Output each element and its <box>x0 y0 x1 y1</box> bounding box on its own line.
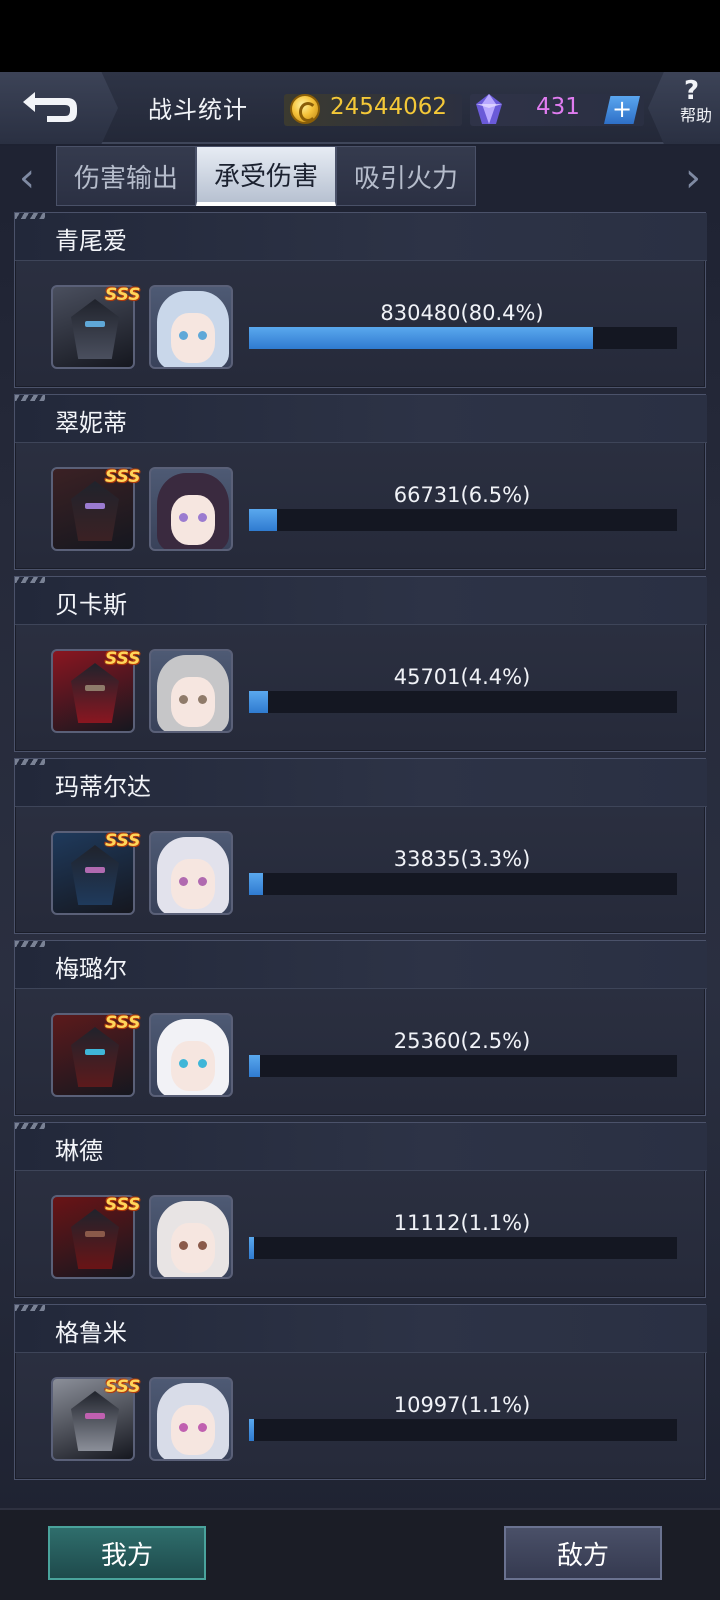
damage-value: 10997(1.1%) <box>393 1393 531 1417</box>
list-item: 青尾爱 SSS 830480(80.4%) <box>14 212 707 388</box>
pilot-portrait[interactable] <box>149 1013 233 1097</box>
grade-badge: SSS <box>105 285 141 305</box>
character-name: 格鲁米 <box>55 1319 127 1347</box>
grade-badge: SSS <box>105 1013 141 1033</box>
gem-icon <box>476 94 502 124</box>
our-side-button[interactable]: 我方 <box>48 1526 206 1580</box>
pilot-portrait[interactable] <box>149 285 233 369</box>
gem-value: 431 <box>536 94 580 120</box>
list-item: 格鲁米 SSS 10997(1.1%) <box>14 1304 707 1480</box>
damage-bar-fill <box>249 691 268 713</box>
grade-badge: SSS <box>105 649 141 669</box>
character-name: 贝卡斯 <box>55 591 127 619</box>
grade-badge: SSS <box>105 1195 141 1215</box>
damage-value: 33835(3.3%) <box>393 847 531 871</box>
grade-badge: SSS <box>105 467 141 487</box>
character-name: 玛蒂尔达 <box>55 773 151 801</box>
row-header: 翠妮蒂 <box>15 395 707 443</box>
grade-badge: SSS <box>105 1377 141 1397</box>
character-name: 琳德 <box>55 1137 103 1165</box>
pilot-portrait[interactable] <box>149 649 233 733</box>
damage-bar-fill <box>249 1055 260 1077</box>
pilot-portrait[interactable] <box>149 1195 233 1279</box>
damage-bar <box>249 691 677 713</box>
damage-bar-fill <box>249 509 277 531</box>
character-name: 翠妮蒂 <box>55 409 127 437</box>
damage-value: 45701(4.4%) <box>393 665 531 689</box>
list-item: 贝卡斯 SSS 45701(4.4%) <box>14 576 707 752</box>
row-header: 梅璐尔 <box>15 941 707 989</box>
list-item: 翠妮蒂 SSS 66731(6.5%) <box>14 394 707 570</box>
damage-bar <box>249 509 677 531</box>
row-header: 格鲁米 <box>15 1305 707 1353</box>
character-name: 梅璐尔 <box>55 955 127 983</box>
tab-prev-icon[interactable]: ‹ <box>12 158 42 198</box>
tab-damage-dealt[interactable]: 伤害输出 <box>56 146 196 206</box>
damage-bar <box>249 327 677 349</box>
damage-bar <box>249 873 677 895</box>
coin-icon <box>290 94 320 124</box>
row-header: 玛蒂尔达 <box>15 759 707 807</box>
status-bar-area <box>0 0 720 72</box>
page-title: 战斗统计 <box>148 96 248 124</box>
damage-bar <box>249 1237 677 1259</box>
damage-bar-fill <box>249 873 263 895</box>
enemy-side-button[interactable]: 敌方 <box>504 1526 662 1580</box>
tab-aggro[interactable]: 吸引火力 <box>336 146 476 206</box>
list-item: 玛蒂尔达 SSS 33835(3.3%) <box>14 758 707 934</box>
grade-badge: SSS <box>105 831 141 851</box>
list-item: 梅璐尔 SSS 25360(2.5%) <box>14 940 707 1116</box>
battle-stats-screen: 战斗统计 24544062 431 + ? 帮助 ‹ 伤害输出 承受伤害 吸引火… <box>0 72 720 1600</box>
row-header: 琳德 <box>15 1123 707 1171</box>
damage-bar <box>249 1055 677 1077</box>
damage-value: 66731(6.5%) <box>393 483 531 507</box>
character-name: 青尾爱 <box>55 227 127 255</box>
damage-bar-fill <box>249 1237 254 1259</box>
damage-bar-fill <box>249 327 593 349</box>
damage-value: 25360(2.5%) <box>393 1029 531 1053</box>
damage-bar <box>249 1419 677 1441</box>
damage-value: 11112(1.1%) <box>393 1211 531 1235</box>
row-header: 青尾爱 <box>15 213 707 261</box>
pilot-portrait[interactable] <box>149 1377 233 1461</box>
row-header: 贝卡斯 <box>15 577 707 625</box>
pilot-portrait[interactable] <box>149 831 233 915</box>
damage-bar-fill <box>249 1419 254 1441</box>
pilot-portrait[interactable] <box>149 467 233 551</box>
tab-next-icon[interactable]: › <box>678 158 708 198</box>
tab-damage-taken[interactable]: 承受伤害 <box>196 146 336 206</box>
help-label: 帮助 <box>680 106 713 125</box>
list-item: 琳德 SSS 11112(1.1%) <box>14 1122 707 1298</box>
back-arrow-icon <box>23 92 77 122</box>
back-button[interactable] <box>0 72 118 144</box>
damage-value: 830480(80.4%) <box>380 301 544 325</box>
gold-value: 24544062 <box>330 94 448 120</box>
